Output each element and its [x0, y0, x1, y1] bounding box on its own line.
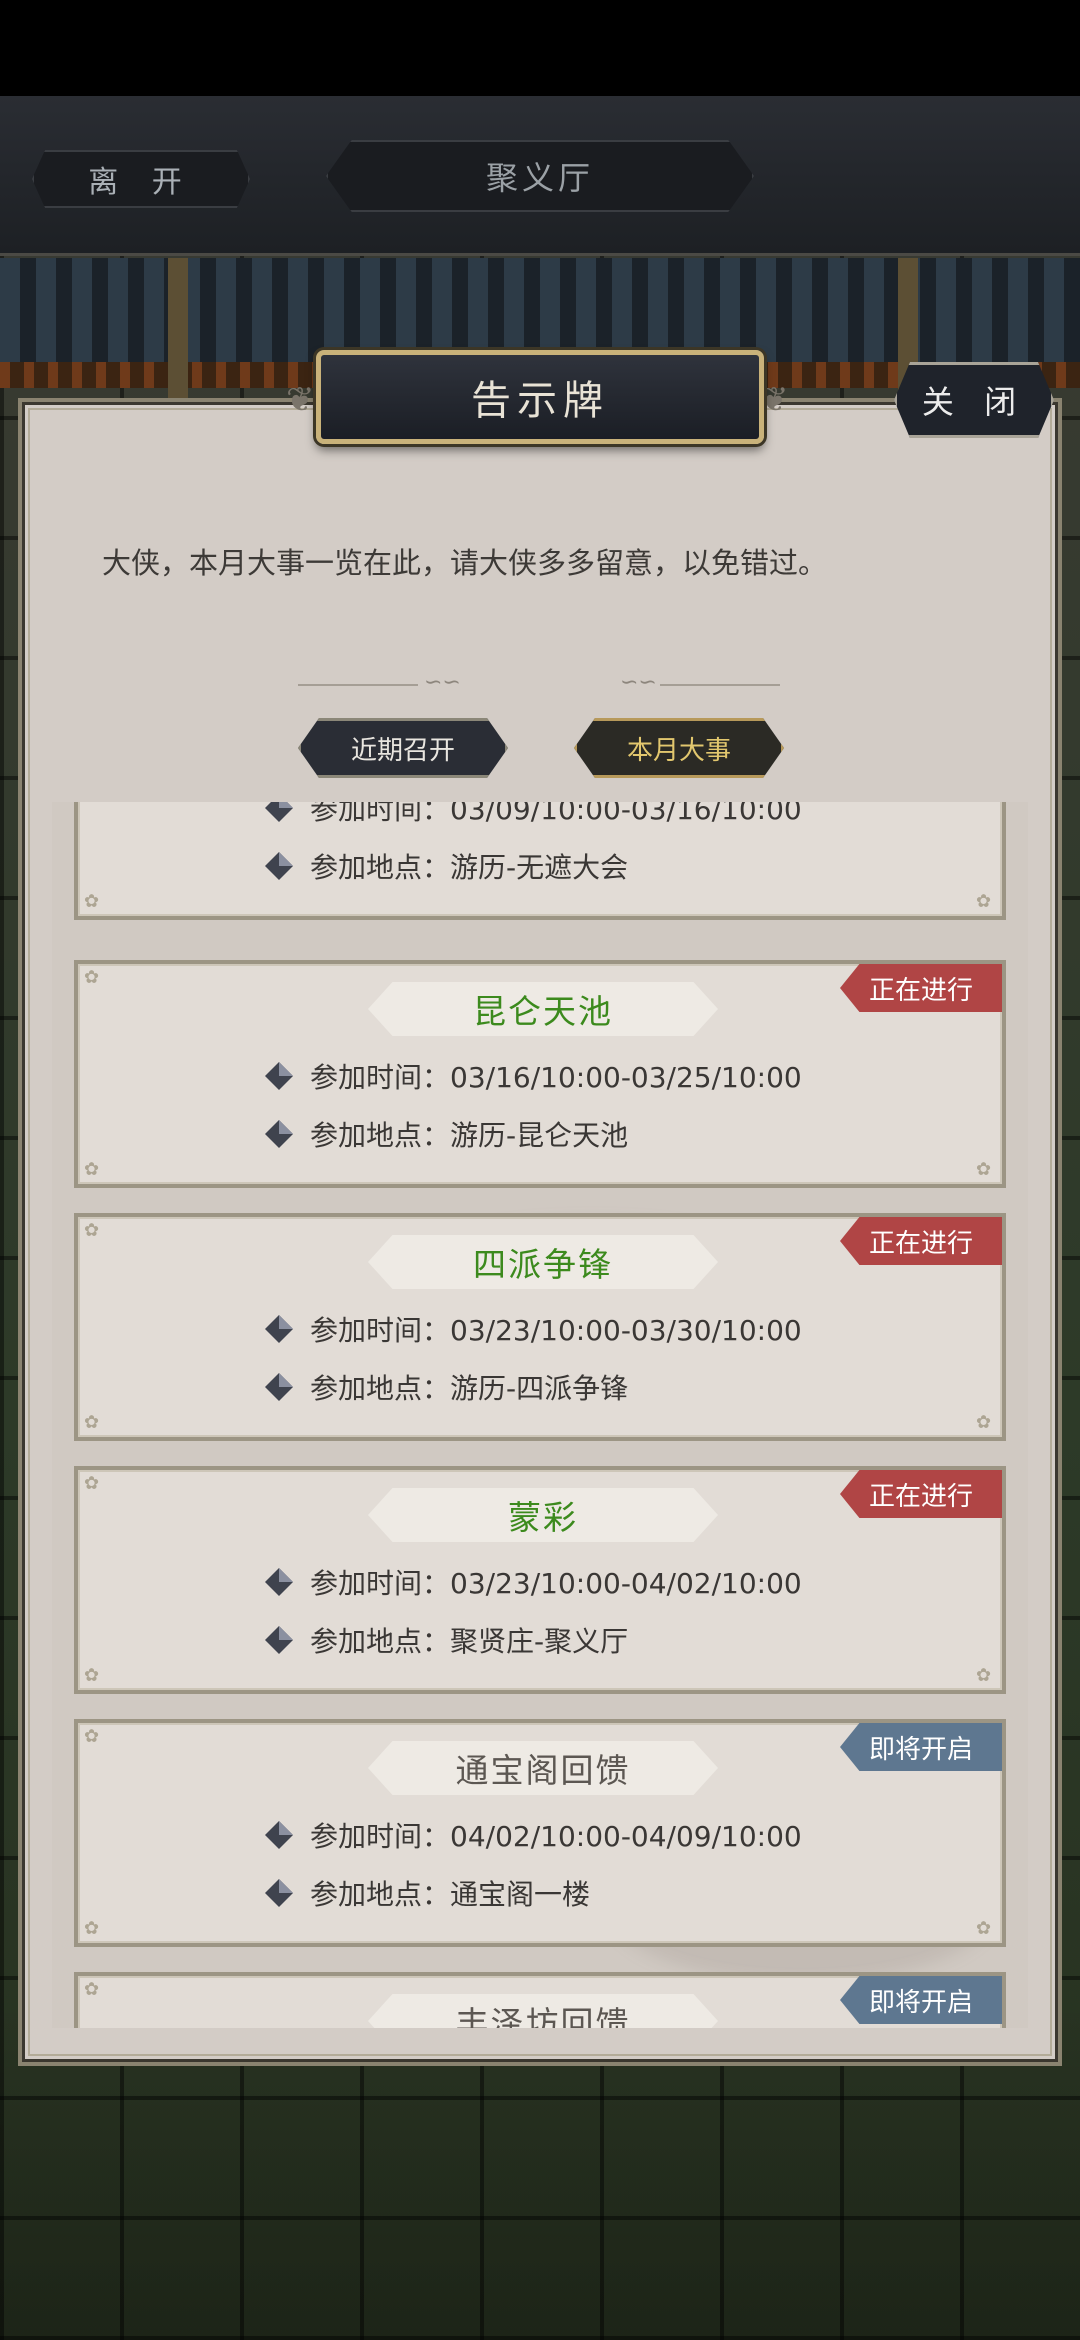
diamond-icon: [265, 1568, 293, 1596]
diamond-icon: [265, 802, 293, 822]
status-bar: [0, 0, 1080, 96]
event-place: 参加地点：通宝阁一楼: [310, 1878, 591, 1911]
event-place: 参加地点：游历-四派争锋: [310, 1372, 629, 1405]
close-button[interactable]: 关 闭: [894, 362, 1054, 438]
event-title-plate: 丰泽坊回馈: [368, 1994, 718, 2028]
tab-this-month[interactable]: 本月大事: [574, 718, 784, 778]
divider: [298, 684, 418, 686]
corner-ornament-icon: ✿: [976, 1412, 992, 1433]
event-time-row: 参加时间：03/23/10:00-04/02/10:00: [264, 1562, 802, 1602]
status-badge: 正在进行: [840, 1470, 1002, 1518]
event-title-plate: 通宝阁回馈: [368, 1741, 718, 1795]
event-list[interactable]: 参加时间：03/09/10:00-03/16/10:00 参加地点：游历-无遮大…: [52, 802, 1028, 2028]
diamond-icon: [265, 1315, 293, 1343]
corner-ornament-icon: ✿: [976, 1918, 992, 1939]
divider-ornament-icon: ∽∽: [620, 670, 657, 695]
notice-board-title: 告示牌: [316, 350, 764, 444]
event-time: 参加时间：03/09/10:00-03/16/10:00: [310, 802, 802, 826]
event-time: 参加时间：03/16/10:00-03/25/10:00: [310, 1061, 802, 1094]
corner-ornament-icon: ✿: [84, 1979, 100, 2000]
event-time-row: 参加时间：03/23/10:00-03/30/10:00: [264, 1309, 802, 1349]
event-time: 参加时间：04/02/10:00-04/09/10:00: [310, 1820, 802, 1853]
tab-recent[interactable]: 近期召开: [298, 718, 508, 778]
status-badge: 正在进行: [840, 1217, 1002, 1265]
leave-button[interactable]: 离 开: [32, 150, 250, 208]
event-title: 蒙彩: [508, 1498, 578, 1537]
event-title-plate: 蒙彩: [368, 1488, 718, 1542]
event-place-row: 参加地点：通宝阁一楼: [264, 1873, 590, 1913]
diamond-icon: [265, 1821, 293, 1849]
event-title: 四派争锋: [473, 1245, 613, 1284]
event-card[interactable]: ✿ 四派争锋 正在进行 参加时间：03/23/10:00-03/30/10:00…: [74, 1213, 1006, 1441]
location-title: 聚义厅: [326, 140, 754, 212]
event-place: 参加地点：聚贤庄-聚义厅: [310, 1625, 629, 1658]
event-place-row: 参加地点：聚贤庄-聚义厅: [264, 1620, 628, 1660]
event-title: 丰泽坊回馈: [455, 2004, 631, 2028]
corner-ornament-icon: ✿: [84, 1918, 100, 1939]
event-place: 参加地点：游历-无遮大会: [310, 851, 629, 884]
diamond-icon: [265, 852, 293, 880]
corner-ornament-icon: ✿: [84, 1665, 100, 1686]
game-screen: 离 开 聚义厅 ❦ ❦ 告示牌 关 闭 大侠，本月大事一览在此，请大侠多多留意，…: [0, 0, 1080, 2340]
corner-ornament-icon: ✿: [84, 1159, 100, 1180]
diamond-icon: [265, 1120, 293, 1148]
event-time-row: 参加时间：03/09/10:00-03/16/10:00: [264, 802, 802, 828]
corner-ornament-icon: ✿: [976, 891, 992, 912]
corner-ornament-icon: ✿: [84, 1412, 100, 1433]
event-place: 参加地点：游历-昆仑天池: [310, 1119, 629, 1152]
event-title: 昆仑天池: [473, 992, 613, 1031]
corner-ornament-icon: ✿: [84, 1726, 100, 1747]
event-card[interactable]: ✿ 丰泽坊回馈 即将开启: [74, 1972, 1006, 2028]
event-title-plate: 昆仑天池: [368, 982, 718, 1036]
pillar: [168, 258, 188, 408]
corner-ornament-icon: ✿: [84, 1473, 100, 1494]
diamond-icon: [265, 1062, 293, 1090]
divider: [660, 684, 780, 686]
corner-ornament-icon: ✿: [976, 1159, 992, 1180]
corner-ornament-icon: ✿: [976, 1665, 992, 1686]
event-place-row: 参加地点：游历-无遮大会: [264, 846, 628, 886]
event-card[interactable]: ✿ 昆仑天池 正在进行 参加时间：03/16/10:00-03/25/10:00…: [74, 960, 1006, 1188]
corner-ornament-icon: ✿: [84, 967, 100, 988]
event-card[interactable]: ✿ 通宝阁回馈 即将开启 参加时间：04/02/10:00-04/09/10:0…: [74, 1719, 1006, 1947]
event-title: 通宝阁回馈: [455, 1751, 631, 1790]
status-badge: 即将开启: [840, 1723, 1002, 1771]
divider-ornament-icon: ∽∽: [424, 670, 461, 695]
event-time: 参加时间：03/23/10:00-04/02/10:00: [310, 1567, 802, 1600]
corner-ornament-icon: ✿: [84, 1220, 100, 1241]
event-place-row: 参加地点：游历-昆仑天池: [264, 1114, 628, 1154]
event-time-row: 参加时间：04/02/10:00-04/09/10:00: [264, 1815, 802, 1855]
event-title-plate: 四派争锋: [368, 1235, 718, 1289]
status-badge: 即将开启: [840, 1976, 1002, 2024]
diamond-icon: [265, 1879, 293, 1907]
sign-ornament-right-icon: ❦: [760, 380, 789, 420]
event-card[interactable]: ✿ 蒙彩 正在进行 参加时间：03/23/10:00-04/02/10:00 参…: [74, 1466, 1006, 1694]
event-place-row: 参加地点：游历-四派争锋: [264, 1367, 628, 1407]
event-time: 参加时间：03/23/10:00-03/30/10:00: [310, 1314, 802, 1347]
intro-text: 大侠，本月大事一览在此，请大侠多多留意，以免错过。: [102, 546, 828, 580]
event-card[interactable]: 参加时间：03/09/10:00-03/16/10:00 参加地点：游历-无遮大…: [74, 802, 1006, 920]
corner-ornament-icon: ✿: [84, 891, 100, 912]
diamond-icon: [265, 1626, 293, 1654]
diamond-icon: [265, 1373, 293, 1401]
status-badge: 正在进行: [840, 964, 1002, 1012]
event-time-row: 参加时间：03/16/10:00-03/25/10:00: [264, 1056, 802, 1096]
